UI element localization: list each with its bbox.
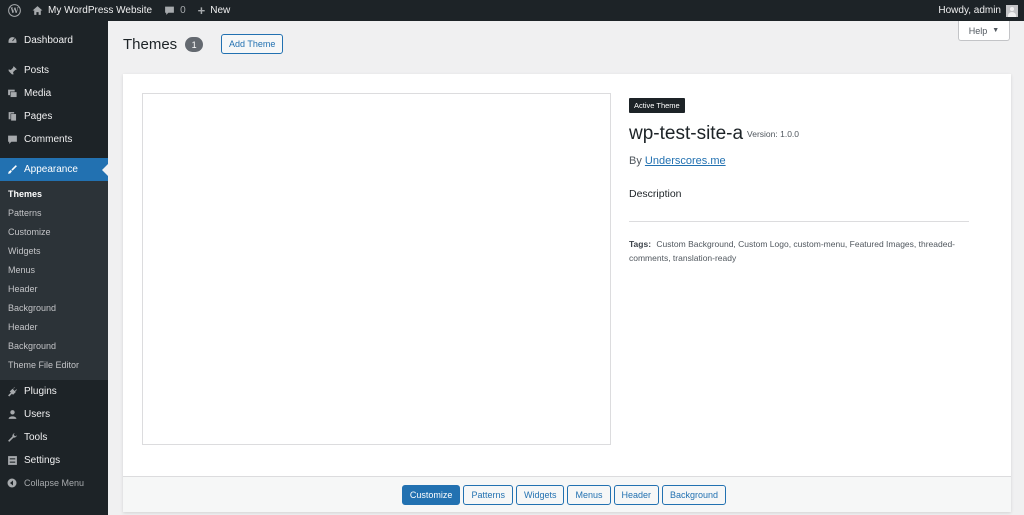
site-name-link[interactable]: My WordPress Website: [26, 0, 158, 21]
menu-item-label: Dashboard: [24, 35, 73, 46]
new-content-link[interactable]: + New: [192, 0, 237, 21]
page-title-text: Themes: [123, 36, 178, 53]
menu-item-settings[interactable]: Settings: [0, 449, 108, 472]
theme-actions: Customize Patterns Widgets Menus Header …: [123, 476, 1011, 512]
theme-name-heading: wp-test-site-a Version: 1.0.0: [629, 123, 969, 145]
menu-item-pages[interactable]: Pages: [0, 105, 108, 128]
add-theme-button[interactable]: Add Theme: [221, 34, 284, 54]
submenu-item-header-2[interactable]: Header: [0, 318, 108, 337]
menu-item-label: Plugins: [24, 385, 57, 397]
submenu-item-themes[interactable]: Themes: [0, 184, 108, 203]
submenu-item-header[interactable]: Header: [0, 279, 108, 298]
plug-icon: [6, 385, 18, 397]
theme-description: Description: [629, 188, 969, 222]
wrench-icon: [6, 431, 18, 443]
brush-icon: [6, 164, 18, 176]
customize-button[interactable]: Customize: [401, 484, 461, 505]
menu-item-tools[interactable]: Tools: [0, 426, 108, 449]
comments-count: 0: [180, 5, 186, 16]
avatar: [1006, 4, 1018, 17]
menu-item-label: Media: [24, 88, 52, 99]
theme-overlay: Active Theme wp-test-site-a Version: 1.0.…: [123, 74, 1011, 512]
theme-count-badge: 1: [185, 37, 204, 52]
collapse-menu-button[interactable]: Collapse Menu: [0, 472, 108, 495]
main-content: Help ▼ Themes 1 Add Theme Active Theme w…: [108, 21, 1024, 515]
new-label: New: [210, 5, 231, 16]
home-icon: [32, 5, 43, 16]
tags-label: Tags:: [629, 239, 652, 249]
svg-text:W: W: [9, 6, 19, 15]
settings-icon: [6, 454, 18, 466]
patterns-button[interactable]: Patterns: [463, 484, 513, 505]
appearance-submenu: Themes Patterns Customize Widgets Menus …: [0, 181, 108, 380]
comment-icon: [6, 134, 18, 146]
dashboard-icon: [6, 35, 18, 47]
wordpress-logo-icon[interactable]: W: [2, 0, 26, 21]
comments-link[interactable]: 0: [158, 0, 192, 21]
submenu-item-widgets[interactable]: Widgets: [0, 241, 108, 260]
help-button[interactable]: Help ▼: [958, 21, 1010, 41]
tags-list: Custom Background, Custom Logo, custom-m…: [629, 239, 956, 263]
theme-version: Version: 1.0.0: [747, 128, 800, 139]
menu-item-label: Appearance: [24, 164, 78, 175]
menu-item-label: Users: [24, 408, 51, 420]
collapse-icon: [6, 477, 18, 489]
menu-item-comments[interactable]: Comments: [0, 128, 108, 151]
my-account-link[interactable]: Howdy, admin: [932, 0, 1024, 21]
submenu-item-background-2[interactable]: Background: [0, 337, 108, 356]
submenu-item-customize[interactable]: Customize: [0, 222, 108, 241]
menu-item-media[interactable]: Media: [0, 82, 108, 105]
page-title: Themes 1: [123, 36, 204, 53]
menu-item-label: Tools: [24, 431, 48, 443]
menu-item-appearance[interactable]: Appearance: [0, 158, 108, 181]
media-icon: [6, 88, 18, 100]
menu-item-posts[interactable]: Posts: [0, 59, 108, 82]
theme-author: By Underscores.me: [629, 155, 969, 167]
site-name: My WordPress Website: [48, 5, 153, 16]
caret-down-icon: ▼: [992, 27, 1000, 34]
admin-bar: W My WordPress Website 0 + New Howdy, ad…: [0, 0, 1024, 21]
menu-item-label: Comments: [24, 134, 73, 145]
author-link[interactable]: Underscores.me: [645, 155, 726, 167]
background-button[interactable]: Background: [662, 484, 727, 505]
user-icon: [6, 408, 18, 420]
greeting: Howdy, admin: [938, 5, 1001, 16]
menu-item-label: Pages: [24, 111, 53, 122]
theme-screenshot: [142, 93, 611, 445]
admin-menu: Dashboard Posts Media Pages Comments App…: [0, 21, 108, 515]
plus-icon: +: [197, 3, 206, 18]
menu-item-dashboard[interactable]: Dashboard: [0, 29, 108, 52]
menu-item-users[interactable]: Users: [0, 403, 108, 426]
menu-item-label: Settings: [24, 454, 61, 466]
active-theme-badge: Active Theme: [629, 98, 685, 113]
help-label: Help: [968, 25, 988, 36]
theme-info: Active Theme wp-test-site-a Version: 1.0.…: [629, 95, 969, 265]
pages-icon: [6, 111, 18, 123]
theme-tags: Tags: Custom Background, Custom Logo, cu…: [629, 237, 969, 265]
theme-name: wp-test-site-a: [629, 123, 744, 144]
comment-icon: [164, 5, 175, 16]
submenu-item-theme-file-editor[interactable]: Theme File Editor: [0, 356, 108, 375]
author-prefix: By: [629, 155, 642, 167]
pin-icon: [6, 65, 18, 77]
collapse-menu-label: Collapse Menu: [24, 478, 85, 489]
submenu-item-patterns[interactable]: Patterns: [0, 203, 108, 222]
menus-button[interactable]: Menus: [567, 484, 611, 505]
submenu-item-menus[interactable]: Menus: [0, 260, 108, 279]
widgets-button[interactable]: Widgets: [515, 484, 565, 505]
menu-item-label: Posts: [24, 65, 50, 76]
header-button[interactable]: Header: [613, 484, 660, 505]
menu-item-plugins[interactable]: Plugins: [0, 380, 108, 403]
submenu-item-background[interactable]: Background: [0, 299, 108, 318]
